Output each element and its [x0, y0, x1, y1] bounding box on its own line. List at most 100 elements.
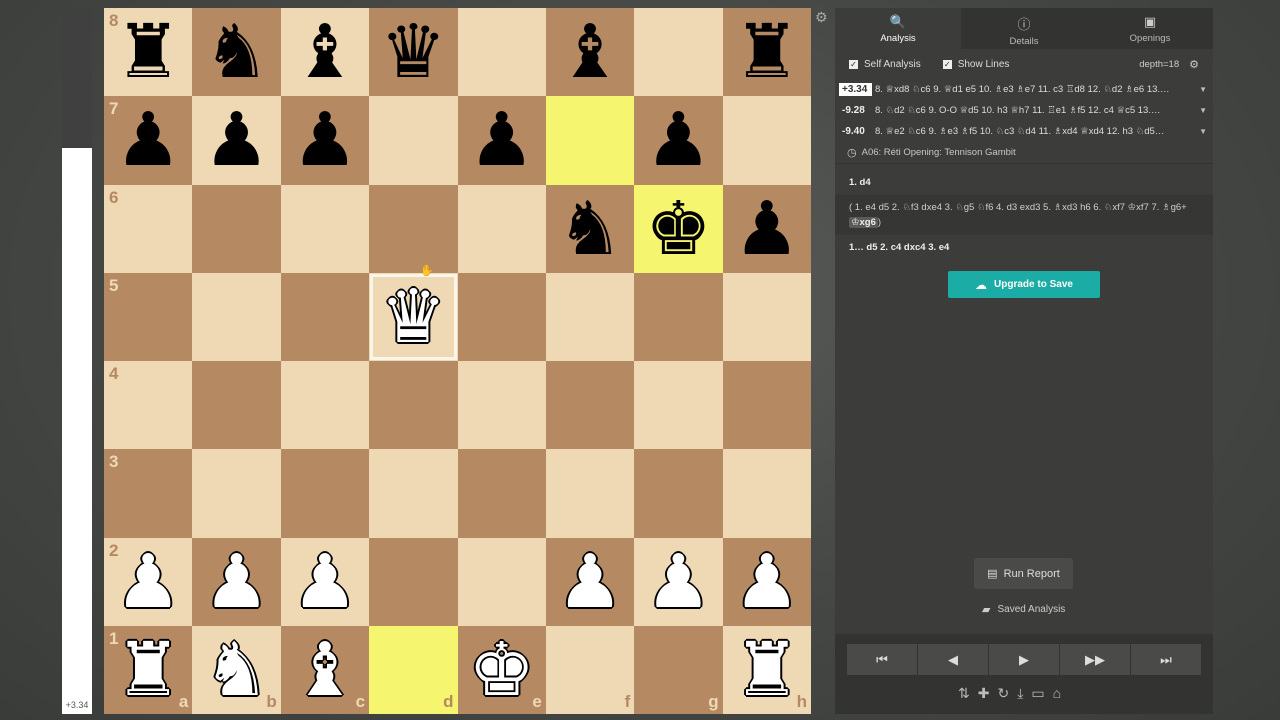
white-pawn-icon[interactable]: ♟ [292, 545, 358, 619]
square-a6[interactable]: 6 [104, 184, 193, 273]
square-h6[interactable]: ♟ [722, 184, 811, 273]
square-d6[interactable] [369, 184, 458, 273]
square-e6[interactable] [457, 184, 546, 273]
tab-openings[interactable]: ▣ Openings [1087, 8, 1213, 49]
self-analysis-checkbox[interactable]: ✓ Self Analysis [849, 59, 921, 70]
current-move[interactable]: ♔xg6 [849, 217, 878, 228]
square-b6[interactable] [192, 184, 281, 273]
white-knight-icon[interactable]: ♞ [203, 633, 269, 707]
square-d3[interactable] [369, 449, 458, 538]
square-f5[interactable] [545, 272, 635, 361]
square-a4[interactable]: 4 [104, 361, 193, 450]
square-d7[interactable] [369, 96, 458, 185]
square-f2[interactable]: ♟ [545, 537, 635, 626]
black-pawn-icon[interactable]: ♟ [203, 103, 269, 177]
black-rook-icon[interactable]: ♜ [734, 15, 800, 89]
black-knight-icon[interactable]: ♞ [203, 15, 269, 89]
square-b3[interactable] [192, 449, 281, 538]
move-row[interactable]: 1. d4 [835, 170, 1213, 195]
square-d2[interactable] [369, 537, 458, 626]
square-e5[interactable] [457, 272, 546, 361]
move-row[interactable]: 1… d5 2. c4 dxc4 3. e4 [835, 235, 1213, 260]
square-h1[interactable]: h ♜ [722, 625, 811, 714]
square-c1[interactable]: c ♝ [280, 625, 370, 714]
chess-board[interactable]: 8 ♜ ♞ ♝ ♛ ♝ ♜ 7 ♟ ♟ ♟ ♟ ♟ 6 ♞ ♚ ♟ 5 ♛ 4 3 2 ♟ ♟ ♟ ♟ ♟ ♟ 1 a ♜ b ♞ c ♝ d e ♚ f g… [104, 8, 811, 714]
black-king-icon[interactable]: ♚ [645, 192, 711, 266]
upgrade-to-save-button[interactable]: ☁ Upgrade to Save [948, 271, 1100, 298]
white-king-icon[interactable]: ♚ [469, 633, 535, 707]
black-pawn-icon[interactable]: ♟ [292, 103, 358, 177]
variation-row[interactable]: ( 1. e4 d5 2. ♘f3 dxe4 3. ♘g5 ♘f6 4. d3 … [835, 195, 1213, 235]
square-b5[interactable] [192, 272, 281, 361]
board-settings-gear-icon[interactable]: ⚙ [815, 9, 828, 26]
chevron-down-icon[interactable]: ▼ [1199, 106, 1207, 115]
engine-line[interactable]: -9.40 8. ♕e2 ♘c6 9. ♗e3 ♗f5 10. ♘c3 ♘d4 … [835, 121, 1213, 142]
square-b1[interactable]: b ♞ [192, 625, 281, 714]
square-c2[interactable]: ♟ [280, 537, 370, 626]
white-pawn-icon[interactable]: ♟ [734, 545, 800, 619]
square-a3[interactable]: 3 [104, 449, 193, 538]
square-g4[interactable] [634, 361, 723, 450]
square-h8[interactable]: ♜ [722, 8, 811, 97]
run-report-button[interactable]: ▤ Run Report [974, 558, 1073, 589]
square-d8[interactable]: ♛ [369, 8, 458, 97]
first-move-button[interactable]: ⏮ [847, 644, 917, 675]
square-c5[interactable] [280, 272, 370, 361]
white-pawn-icon[interactable]: ♟ [115, 545, 181, 619]
square-d1[interactable]: d [369, 625, 458, 714]
black-bishop-icon[interactable]: ♝ [292, 15, 358, 89]
square-f6[interactable]: ♞ [545, 184, 635, 273]
library-icon[interactable]: ⌂ [1053, 685, 1061, 702]
square-a7[interactable]: 7 ♟ [104, 96, 193, 185]
square-b8[interactable]: ♞ [192, 8, 281, 97]
white-pawn-icon[interactable]: ♟ [557, 545, 623, 619]
square-e7[interactable]: ♟ [457, 96, 546, 185]
flip-board-icon[interactable]: ⇅ [958, 685, 970, 702]
white-pawn-icon[interactable]: ♟ [645, 545, 711, 619]
previous-move-button[interactable]: ◀ [918, 644, 988, 675]
black-pawn-icon[interactable]: ♟ [469, 103, 535, 177]
square-f1[interactable]: f [545, 625, 635, 714]
engine-settings-gear-icon[interactable]: ⚙ [1189, 58, 1199, 71]
square-a5[interactable]: 5 [104, 272, 193, 361]
square-c3[interactable] [280, 449, 370, 538]
square-c4[interactable] [280, 361, 370, 450]
black-pawn-icon[interactable]: ♟ [115, 103, 181, 177]
square-g8[interactable] [634, 8, 723, 97]
black-rook-icon[interactable]: ♜ [115, 15, 181, 89]
square-a8[interactable]: 8 ♜ [104, 8, 193, 97]
show-lines-checkbox[interactable]: ✓ Show Lines [942, 59, 1009, 70]
chevron-down-icon[interactable]: ▼ [1199, 85, 1207, 94]
reset-icon[interactable]: ↻ [997, 685, 1009, 702]
black-bishop-icon[interactable]: ♝ [557, 15, 623, 89]
square-g1[interactable]: g [634, 625, 723, 714]
square-d4[interactable] [369, 361, 458, 450]
chevron-down-icon[interactable]: ▼ [1199, 127, 1207, 136]
black-knight-icon[interactable]: ♞ [557, 192, 623, 266]
square-e8[interactable] [457, 8, 546, 97]
square-g5[interactable] [634, 272, 723, 361]
add-icon[interactable]: ✚ [978, 685, 990, 702]
square-b2[interactable]: ♟ [192, 537, 281, 626]
square-e4[interactable] [457, 361, 546, 450]
square-e1[interactable]: e ♚ [457, 625, 546, 714]
square-h4[interactable] [722, 361, 811, 450]
square-d5[interactable]: ♛ [369, 272, 458, 361]
white-rook-icon[interactable]: ♜ [115, 633, 181, 707]
square-h2[interactable]: ♟ [722, 537, 811, 626]
white-rook-icon[interactable]: ♜ [734, 633, 800, 707]
square-h7[interactable] [722, 96, 811, 185]
download-icon[interactable]: ⤓ [1017, 685, 1023, 702]
square-f7[interactable] [545, 96, 635, 185]
square-f8[interactable]: ♝ [545, 8, 635, 97]
engine-line[interactable]: -9.28 8. ♘d2 ♘c6 9. O-O ♕d5 10. h3 ♕h7 1… [835, 100, 1213, 121]
square-h3[interactable] [722, 449, 811, 538]
black-queen-icon[interactable]: ♛ [380, 15, 446, 89]
tab-analysis[interactable]: 🔍 Analysis [835, 8, 961, 49]
white-pawn-icon[interactable]: ♟ [203, 545, 269, 619]
square-g3[interactable] [634, 449, 723, 538]
square-f4[interactable] [545, 361, 635, 450]
square-g6[interactable]: ♚ [634, 184, 723, 273]
square-e2[interactable] [457, 537, 546, 626]
saved-analysis-link[interactable]: ▰ Saved Analysis [982, 603, 1065, 616]
